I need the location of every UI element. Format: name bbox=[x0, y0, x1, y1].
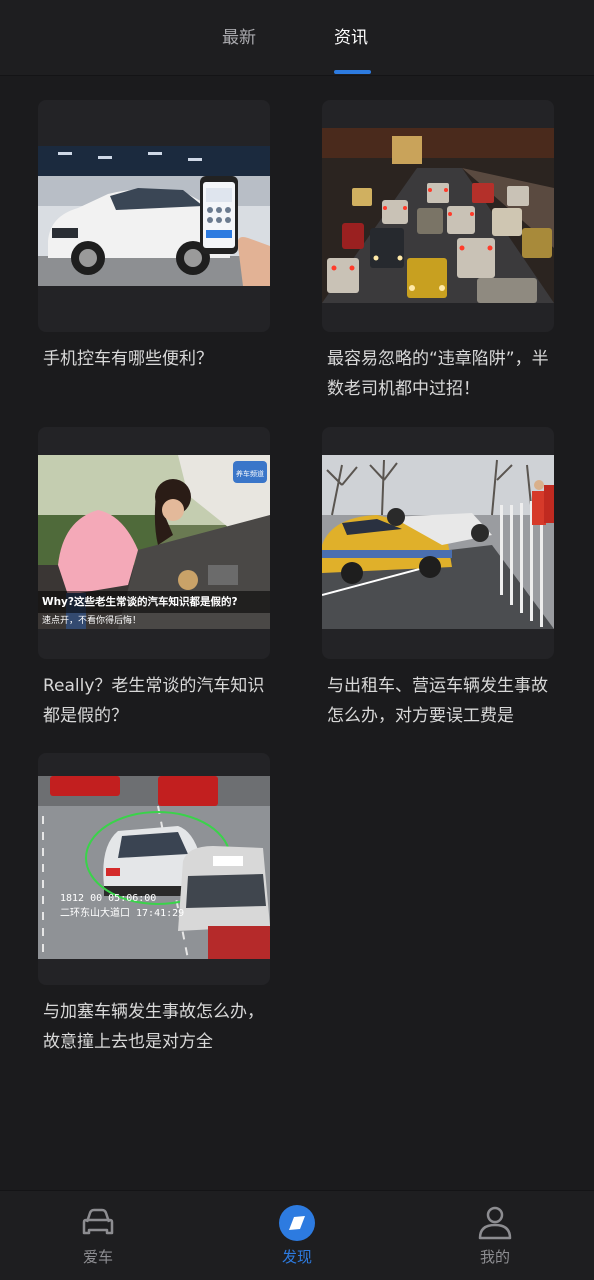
article-thumbnail: 1812 00 05:06:00 二环东山大道口 17:41:29 bbox=[38, 753, 270, 985]
active-tab-indicator bbox=[334, 70, 371, 74]
article-card[interactable]: 养车频道 Why?这些老生常谈的汽车知识都是假的? 速点开，不看你得后悔！ Re… bbox=[38, 427, 270, 726]
image-badge: 养车频道 bbox=[236, 469, 264, 478]
bottom-nav-bar: 爱车 发现 我的 bbox=[0, 1190, 594, 1280]
nav-car[interactable]: 爱车 bbox=[53, 1203, 143, 1273]
image-cam-text: 1812 00 05:06:00 bbox=[60, 893, 156, 904]
article-image bbox=[322, 128, 554, 303]
article-thumbnail bbox=[322, 427, 554, 659]
discover-icon bbox=[279, 1205, 315, 1241]
article-card[interactable]: 1812 00 05:06:00 二环东山大道口 17:41:29 与加塞车辆发… bbox=[38, 753, 270, 1052]
article-image: 1812 00 05:06:00 二环东山大道口 17:41:29 bbox=[38, 776, 270, 959]
tab-latest[interactable]: 最新 bbox=[222, 26, 256, 50]
image-caption: Why?这些老生常谈的汽车知识都是假的? bbox=[42, 595, 238, 608]
article-card[interactable]: 最容易忽略的“违章陷阱”，半数老司机都中过招！ bbox=[322, 100, 554, 399]
article-thumbnail: 养车频道 Why?这些老生常谈的汽车知识都是假的? 速点开，不看你得后悔！ bbox=[38, 427, 270, 659]
nav-car-label: 爱车 bbox=[82, 1248, 113, 1266]
article-title[interactable]: 最容易忽略的“违章陷阱”，半数老司机都中过招！ bbox=[327, 344, 552, 404]
user-icon bbox=[478, 1206, 512, 1240]
image-cam-text-2: 二环东山大道口 17:41:29 bbox=[60, 906, 184, 919]
car-icon bbox=[82, 1208, 114, 1235]
nav-mine-label: 我的 bbox=[479, 1248, 510, 1266]
app-root: 最新 资讯 手机控车有哪些便利？ 最容易忽略的“违章陷阱”，半数老司机都中过招！… bbox=[0, 0, 594, 1280]
image-subcaption: 速点开，不看你得后悔！ bbox=[42, 614, 141, 626]
article-title[interactable]: 与加塞车辆发生事故怎么办，故意撞上去也是对方全 bbox=[43, 997, 268, 1057]
article-image: 养车频道 Why?这些老生常谈的汽车知识都是假的? 速点开，不看你得后悔！ bbox=[38, 455, 270, 629]
article-thumbnail bbox=[322, 100, 554, 332]
nav-discover[interactable]: 发现 bbox=[252, 1203, 342, 1273]
nav-mine[interactable]: 我的 bbox=[450, 1203, 540, 1273]
article-image bbox=[322, 455, 554, 629]
nav-discover-label: 发现 bbox=[281, 1248, 312, 1266]
article-card[interactable]: 手机控车有哪些便利？ bbox=[38, 100, 270, 369]
article-title[interactable]: 手机控车有哪些便利？ bbox=[43, 344, 268, 374]
article-card[interactable]: 与出租车、营运车辆发生事故怎么办，对方要误工费是 bbox=[322, 427, 554, 726]
article-title[interactable]: Really？老生常谈的汽车知识都是假的？ bbox=[43, 671, 268, 731]
tab-news[interactable]: 资讯 bbox=[334, 26, 368, 50]
article-thumbnail bbox=[38, 100, 270, 332]
top-tab-bar: 最新 资讯 bbox=[0, 0, 594, 76]
article-title[interactable]: 与出租车、营运车辆发生事故怎么办，对方要误工费是 bbox=[327, 671, 552, 731]
article-image bbox=[38, 146, 270, 286]
